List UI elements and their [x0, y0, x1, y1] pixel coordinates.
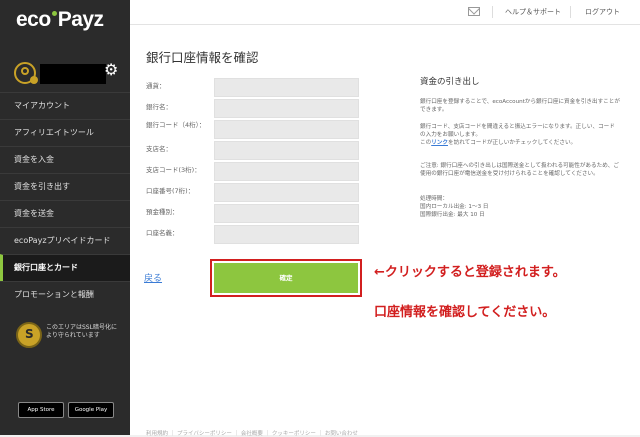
info-p3-prefix: この — [420, 140, 432, 146]
field-account-type: 預金種別： — [146, 204, 361, 223]
processing-international: 国際銀行出金: 最大 10 日 — [420, 212, 485, 218]
sidebar: eco Payz ⚙ マイアカウント アフィリエイトツール 資金を入金 資金を引き… — [0, 0, 130, 435]
bank-code-check-link[interactable]: リンク — [431, 140, 448, 146]
account-holder-value — [214, 225, 359, 244]
bank-name-value — [214, 99, 359, 118]
divider — [570, 6, 571, 18]
sidebar-item-promotions[interactable]: プロモーションと報酬 — [0, 281, 130, 308]
info-paragraph-2: 銀行コード、支店コードを間違えると振込エラーになります。正しい、コードの入力をお… — [420, 123, 620, 147]
sidebar-nav: マイアカウント アフィリエイトツール 資金を入金 資金を引き出す 資金を送金 e… — [0, 92, 130, 308]
info-processing-time: 処理時間： 国内ローカル出金: 1〜3 日 国際銀行出金: 最大 10 日 — [420, 195, 620, 219]
field-label: 通貨： — [146, 82, 166, 90]
info-paragraph-1: 銀行口座を登録することで、ecoAccountから銀行口座に資金を引き出すことが… — [420, 99, 620, 113]
sidebar-item-prepaid-card[interactable]: ecoPayzプリペイドカード — [0, 227, 130, 254]
app-store-badge[interactable]: App Store — [18, 402, 64, 418]
logout-link[interactable]: ログアウト — [585, 7, 620, 17]
processing-title: 処理時間： — [420, 196, 448, 202]
field-bank-code: 銀行コード（4桁）： — [146, 120, 361, 139]
field-label: 銀行コード（4桁）： — [146, 121, 206, 129]
info-paragraph-3: このリンクを訪れてコードが正しいかチェックしてください。 — [420, 139, 620, 147]
field-label: 銀行名： — [146, 103, 172, 111]
help-support-link[interactable]: ヘルプ＆サポート — [505, 7, 561, 17]
confirm-highlight-box: 確定 — [210, 259, 362, 297]
info-paragraph-2-text: 銀行コード、支店コードを間違えると振込エラーになります。正しい、コードの入力をお… — [420, 124, 615, 138]
field-currency: 通貨： — [146, 78, 361, 97]
divider — [492, 6, 493, 18]
logo-dot — [51, 11, 57, 16]
account-type-value — [214, 204, 359, 223]
field-branch-code: 支店コード(3桁)： — [146, 162, 361, 181]
sidebar-item-bank-accounts[interactable]: 銀行口座とカード — [0, 254, 130, 281]
branch-name-value — [214, 141, 359, 160]
click-annotation: ←クリックすると登録されます。 — [374, 265, 566, 280]
mail-icon[interactable] — [468, 7, 480, 16]
field-label: 口座名義： — [146, 229, 179, 237]
info-paragraph-4: ご注意: 銀行口座への引き出しは国際送金として扱われる可能性があるため、ご使用の… — [420, 163, 619, 177]
page-title: 銀行口座情報を確認 — [146, 50, 259, 65]
account-number-value — [214, 183, 359, 202]
main-panel: 銀行口座情報を確認 通貨： 銀行名： 銀行コード（4桁）： 支店名： 支店コード… — [130, 25, 640, 437]
field-label: 口座番号(7桁)： — [146, 187, 195, 195]
gold-badge-icon — [30, 76, 38, 84]
ssl-notice: このエリアはSSL暗号化により守られています — [16, 322, 120, 352]
branch-code-value — [214, 162, 359, 181]
sidebar-item-affiliate-tools[interactable]: アフィリエイトツール — [0, 119, 130, 146]
ssl-seal-icon — [16, 322, 42, 348]
footer-links[interactable]: 利用規約 ｜ プライバシーポリシー ｜ 会社概要 ｜ クッキーポリシー ｜ お問… — [146, 429, 396, 437]
field-account-number: 口座番号(7桁)： — [146, 183, 361, 202]
logo-eco: eco — [16, 8, 51, 31]
logo-payz: Payz — [57, 8, 104, 31]
sidebar-item-my-account[interactable]: マイアカウント — [0, 92, 130, 119]
sidebar-item-withdraw[interactable]: 資金を引き出す — [0, 173, 130, 200]
ecopayz-logo[interactable]: eco Payz — [16, 8, 104, 32]
info-title: 資金の引き出し — [420, 77, 480, 87]
gear-icon[interactable]: ⚙ — [104, 62, 120, 78]
processing-local: 国内ローカル出金: 1〜3 日 — [420, 204, 489, 210]
google-play-badge[interactable]: Google Play — [68, 402, 114, 418]
info-p3-suffix: を訪れてコードが正しいかチェックしてください。 — [448, 140, 577, 146]
ssl-text: このエリアはSSL暗号化により守られています — [46, 324, 117, 339]
field-label: 支店名： — [146, 145, 172, 153]
confirm-button[interactable]: 確定 — [214, 263, 358, 293]
sidebar-item-deposit[interactable]: 資金を入金 — [0, 146, 130, 173]
currency-value — [214, 78, 359, 97]
user-name-redacted — [40, 64, 106, 84]
bank-code-value — [214, 120, 359, 139]
field-branch-name: 支店名： — [146, 141, 361, 160]
field-label: 預金種別： — [146, 208, 179, 216]
user-icon[interactable] — [14, 62, 38, 84]
sidebar-item-transfer[interactable]: 資金を送金 — [0, 200, 130, 227]
top-bar: ヘルプ＆サポート ログアウト — [130, 0, 640, 25]
field-bank-name: 銀行名： — [146, 99, 361, 118]
field-account-holder: 口座名義： — [146, 225, 361, 244]
user-row: ⚙ — [14, 62, 124, 86]
confirm-annotation: 口座情報を確認してください。 — [374, 305, 556, 320]
back-link[interactable]: 戻る — [144, 271, 162, 284]
field-label: 支店コード(3桁)： — [146, 166, 201, 174]
